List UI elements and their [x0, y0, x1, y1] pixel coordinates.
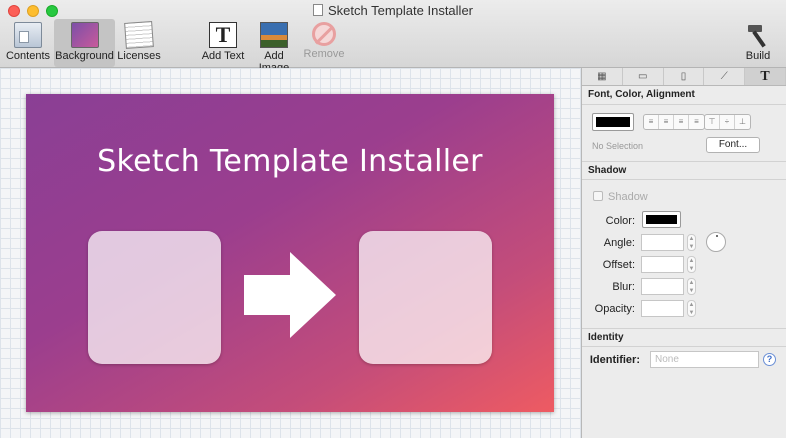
align-top-icon[interactable]: ⊤: [705, 115, 720, 129]
toolbar-contents[interactable]: Contents: [4, 19, 52, 67]
shadow-checkbox[interactable]: Shadow: [593, 191, 648, 203]
shadow-checkbox-label: Shadow: [608, 191, 648, 203]
align-middle-icon[interactable]: ÷: [720, 115, 735, 129]
text-color-swatch: [596, 117, 630, 127]
hammer-icon: [744, 22, 772, 48]
align-justify-icon[interactable]: ≡: [689, 115, 704, 129]
inspector-tabs: ▦ ▭ ▯ ⟋ T: [582, 68, 786, 86]
shadow-angle-dial[interactable]: [706, 232, 726, 252]
shadow-offset-label: Offset:: [602, 259, 635, 271]
shadow-color-well[interactable]: [642, 211, 681, 228]
app-icon-placeholder[interactable]: [88, 231, 221, 364]
align-bottom-icon[interactable]: ⊥: [735, 115, 750, 129]
tab-size[interactable]: ▭: [623, 68, 664, 85]
align-center-icon[interactable]: ≡: [659, 115, 674, 129]
shadow-angle-field[interactable]: [641, 234, 684, 251]
shadow-checkbox-box[interactable]: [593, 191, 603, 201]
text-color-well[interactable]: [592, 113, 634, 131]
shadow-section-header: Shadow: [582, 161, 786, 180]
installer-background[interactable]: Sketch Template Installer: [26, 94, 554, 412]
tab-page[interactable]: ▯: [664, 68, 705, 85]
shadow-blur-stepper[interactable]: ▲ ▼: [687, 278, 696, 295]
identity-section: Identifier: None ?: [582, 347, 786, 387]
identifier-label: Identifier:: [589, 354, 640, 366]
toolbar-licenses-label: Licenses: [117, 50, 161, 62]
inspector-panel: ▦ ▭ ▯ ⟋ T Font, Color, Alignment ≡ ≡ ≡ ≡…: [581, 68, 786, 438]
toolbar-add-text-label: Add Text: [201, 50, 245, 62]
remove-prohibited-icon: [312, 22, 336, 46]
toolbar-background-label: Background: [55, 50, 114, 62]
font-section: ≡ ≡ ≡ ≡ ⊤ ÷ ⊥ No Selection Font...: [582, 105, 786, 153]
align-left-icon[interactable]: ≡: [644, 115, 659, 129]
shadow-opacity-field[interactable]: [641, 300, 684, 317]
toolbar-licenses[interactable]: Licenses: [117, 19, 161, 67]
shadow-blur-field[interactable]: [641, 278, 684, 295]
arrow-right-icon[interactable]: [244, 252, 336, 338]
identifier-placeholder: None: [655, 354, 679, 365]
window-title: Sketch Template Installer: [328, 3, 473, 18]
toolbar-background[interactable]: Background: [54, 19, 115, 67]
shadow-section: Shadow Color: Angle: ▲ ▼ Offset: ▲ ▼ Blur:…: [582, 180, 786, 321]
design-canvas[interactable]: Sketch Template Installer: [0, 68, 581, 438]
no-selection-label: No Selection: [592, 141, 644, 151]
background-image-icon: [70, 22, 99, 48]
text-tool-icon: T: [209, 22, 237, 48]
image-landscape-icon: [260, 22, 288, 48]
shadow-angle-label: Angle:: [603, 237, 635, 249]
license-document-icon: [124, 21, 154, 49]
shadow-color-swatch: [646, 215, 677, 224]
tab-ruler[interactable]: ⟋: [704, 68, 746, 85]
installer-title-text[interactable]: Sketch Template Installer: [26, 144, 554, 179]
shadow-offset-stepper[interactable]: ▲ ▼: [687, 256, 696, 273]
identifier-field[interactable]: None: [650, 351, 759, 368]
toolbar-build[interactable]: Build: [738, 19, 778, 67]
tab-text[interactable]: T: [745, 68, 786, 85]
contents-icon: [14, 22, 42, 48]
font-section-header: Font, Color, Alignment: [582, 86, 786, 105]
tab-document[interactable]: ▦: [582, 68, 623, 85]
vertical-alignment-control[interactable]: ⊤ ÷ ⊥: [704, 114, 751, 130]
toolbar-build-label: Build: [745, 50, 771, 62]
shadow-blur-label: Blur:: [612, 281, 635, 293]
shadow-offset-field[interactable]: [641, 256, 684, 273]
window-title-bar: Sketch Template Installer: [0, 3, 786, 18]
toolbar-add-text[interactable]: T Add Text: [200, 19, 246, 67]
destination-folder-placeholder[interactable]: [359, 231, 492, 364]
toolbar-contents-label: Contents: [5, 50, 51, 62]
window-toolbar: Sketch Template Installer Contents Backg…: [0, 0, 786, 74]
identity-section-header: Identity: [582, 328, 786, 347]
align-right-icon[interactable]: ≡: [674, 115, 689, 129]
document-icon: [313, 4, 323, 16]
shadow-opacity-stepper[interactable]: ▲ ▼: [687, 300, 696, 317]
toolbar-add-image[interactable]: Add Image: [248, 19, 300, 74]
shadow-opacity-label: Opacity:: [594, 303, 635, 315]
toolbar-remove[interactable]: Remove: [302, 19, 346, 67]
shadow-angle-stepper[interactable]: ▲ ▼: [687, 234, 696, 251]
horizontal-alignment-control[interactable]: ≡ ≡ ≡ ≡: [643, 114, 705, 130]
shadow-color-label: Color:: [605, 215, 635, 227]
font-button[interactable]: Font...: [706, 137, 760, 153]
help-icon[interactable]: ?: [763, 353, 776, 366]
toolbar-remove-label: Remove: [303, 48, 345, 60]
